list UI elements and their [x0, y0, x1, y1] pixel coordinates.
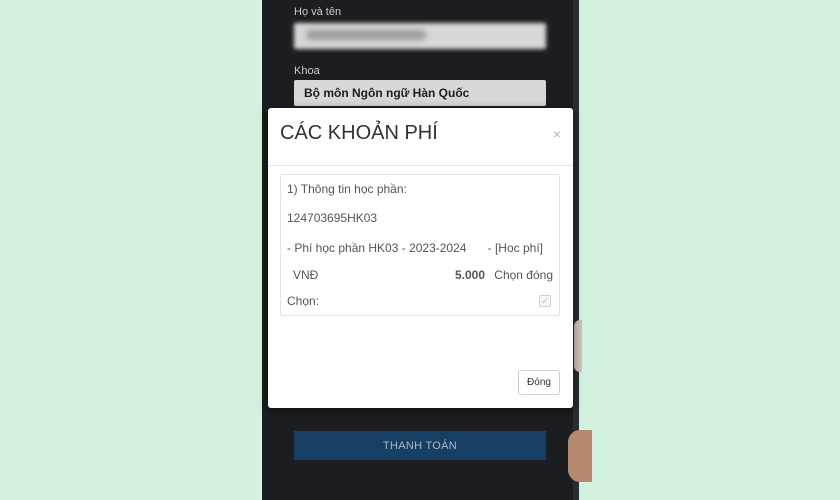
full-name-field[interactable]: [294, 23, 546, 49]
currency-label: VNĐ: [293, 268, 319, 282]
course-code: 124703695HK03: [287, 211, 378, 225]
phone-bezel: [573, 0, 579, 500]
choose-pay-label: Chọn đóng: [494, 268, 553, 282]
select-checkbox[interactable]: ✓: [539, 295, 551, 307]
finger-tip: [568, 430, 592, 482]
modal-divider: [268, 165, 573, 166]
fee-tag: - [Hoc phí]: [487, 241, 543, 255]
close-icon[interactable]: ×: [553, 126, 561, 142]
modal-title: CÁC KHOẢN PHÍ: [280, 122, 438, 144]
finger-edge: [574, 320, 582, 372]
course-info-panel: 1) Thông tin học phần: 124703695HK03 - P…: [280, 174, 560, 316]
faculty-label: Khoa: [294, 65, 320, 77]
section-title: 1) Thông tin học phần:: [287, 182, 407, 196]
full-name-label: Họ và tên: [294, 6, 342, 18]
close-button[interactable]: Đóng: [518, 370, 560, 395]
choose-label: Chọn:: [287, 294, 320, 308]
faculty-value: Bộ môn Ngôn ngữ Hàn Quốc: [304, 86, 470, 100]
fee-description: - Phí học phần HK03 - 2023-2024: [287, 241, 467, 255]
pay-button[interactable]: THANH TOÁN: [294, 431, 546, 460]
faculty-field[interactable]: Bộ môn Ngôn ngữ Hàn Quốc: [294, 80, 546, 106]
fee-amount: 5.000: [454, 268, 485, 282]
fees-modal: CÁC KHOẢN PHÍ × 1) Thông tin học phần: 1…: [268, 108, 573, 408]
